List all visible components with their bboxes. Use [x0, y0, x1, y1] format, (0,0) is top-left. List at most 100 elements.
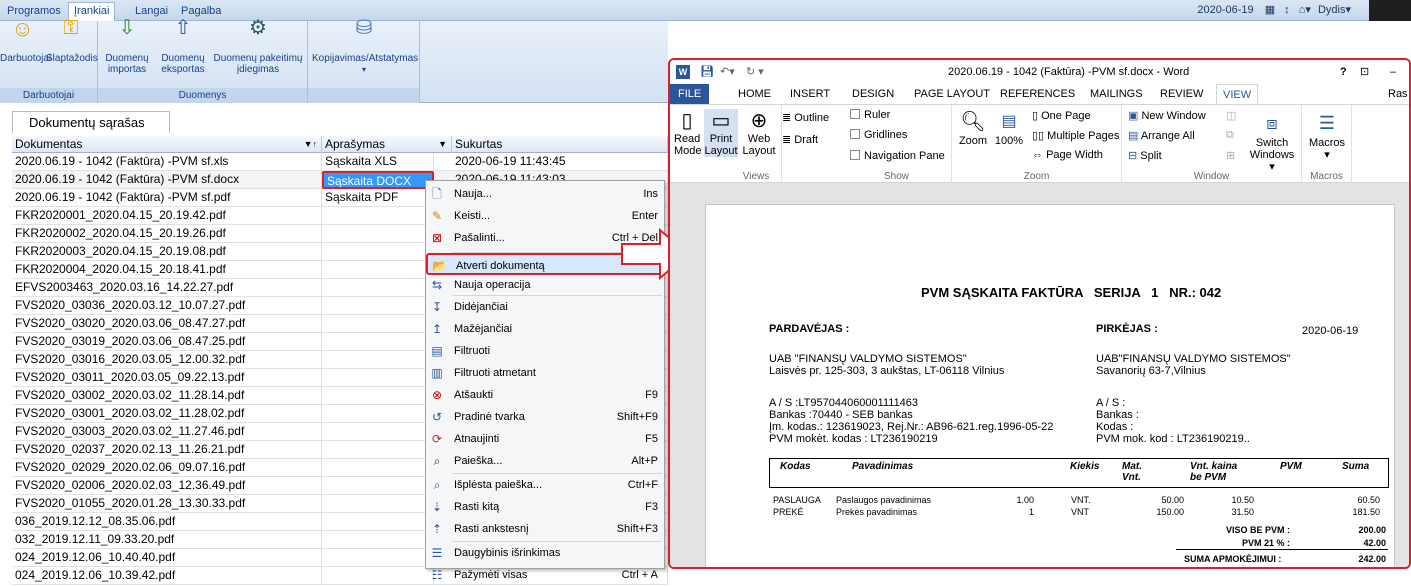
- cell-aprasymas[interactable]: [322, 531, 434, 549]
- zoom-button[interactable]: 🔍︎ Zoom: [956, 109, 990, 147]
- word-user[interactable]: Ras: [1388, 84, 1408, 104]
- col-aprasymas[interactable]: Aprašymas ▼: [322, 136, 452, 153]
- menu-item-sort-desc[interactable]: ↥ Mažėjančiai: [426, 318, 664, 340]
- navigation-pane-checkbox[interactable]: Navigation Pane: [850, 150, 945, 162]
- arrange-all-button[interactable]: ▤ Arrange All: [1128, 129, 1195, 142]
- menu-item-multi-select[interactable]: ☰ Daugybinis išrinkimas: [426, 542, 664, 564]
- cell-dokumentas[interactable]: FKR2020003_2020.04.15_20.19.08.pdf: [12, 243, 322, 261]
- cell-dokumentas[interactable]: FVS2020_03001_2020.03.02_11.28.02.pdf: [12, 405, 322, 423]
- sync-scroll-icon[interactable]: ⧉: [1226, 129, 1234, 142]
- redo-icon[interactable]: ↻ ▾: [746, 60, 764, 84]
- user-label[interactable]: Dydis: [1318, 4, 1346, 16]
- menu-item-search[interactable]: ⌕ Paieška... Alt+P: [426, 450, 664, 472]
- cell-dokumentas[interactable]: 024_2019.12.06_10.39.42.pdf: [12, 567, 322, 585]
- draft-button[interactable]: ≣ Draft: [782, 133, 842, 146]
- cell-aprasymas[interactable]: [322, 423, 434, 441]
- menu-item-new-doc[interactable]: 🗋 Nauja... Ins: [426, 183, 664, 205]
- cell-aprasymas[interactable]: Sąskaita XLS: [322, 153, 434, 171]
- word-tab-page-layout[interactable]: PAGE LAYOUT: [914, 84, 990, 104]
- cell-dokumentas[interactable]: FVS2020_03020_2020.03.06_08.47.27.pdf: [12, 315, 322, 333]
- cell-dokumentas[interactable]: FVS2020_03036_2020.03.12_10.07.27.pdf: [12, 297, 322, 315]
- cell-aprasymas[interactable]: [322, 261, 434, 279]
- cell-sukurtas[interactable]: 2020-06-19 11:43:45: [452, 153, 668, 171]
- cell-aprasymas[interactable]: [322, 243, 434, 261]
- cell-dokumentas[interactable]: 032_2019.12.11_09.33.20.pdf: [12, 531, 322, 549]
- cell-aprasymas[interactable]: [322, 387, 434, 405]
- cell-aprasymas[interactable]: [322, 207, 434, 225]
- cell-dokumentas[interactable]: EFVS2003463_2020.03.16_14.22.27.pdf: [12, 279, 322, 297]
- word-tab-file[interactable]: FILE: [670, 84, 710, 104]
- menu-langai[interactable]: Langai: [130, 3, 173, 21]
- menu-item-cancel[interactable]: ⊗ Atšaukti F9: [426, 384, 664, 406]
- cell-dokumentas[interactable]: FVS2020_03011_2020.03.05_09.22.13.pdf: [12, 369, 322, 387]
- word-tab-view[interactable]: VIEW: [1216, 84, 1259, 104]
- cell-dokumentas[interactable]: 024_2019.12.06_10.40.40.pdf: [12, 549, 322, 567]
- cell-aprasymas[interactable]: [322, 333, 434, 351]
- side-by-side-icon[interactable]: ◫: [1226, 109, 1236, 122]
- cell-dokumentas[interactable]: 2020.06.19 - 1042 (Faktūra) -PVM sf.docx: [12, 171, 322, 189]
- undo-icon[interactable]: ↶▾: [720, 60, 735, 84]
- cell-aprasymas[interactable]: [322, 459, 434, 477]
- menu-item-find-next[interactable]: ⇣ Rasti kitą F3: [426, 496, 664, 518]
- word-tab-review[interactable]: REVIEW: [1160, 84, 1203, 104]
- cell-dokumentas[interactable]: 2020.06.19 - 1042 (Faktūra) -PVM sf.pdf: [12, 189, 322, 207]
- export-button[interactable]: ⇧ Duomenų eksportas: [156, 18, 210, 75]
- minimize-icon[interactable]: –: [1390, 60, 1396, 84]
- zoom-100-button[interactable]: ▤ 100%: [994, 109, 1024, 147]
- print-layout-button[interactable]: ▭ Print Layout: [704, 109, 738, 157]
- backup-button[interactable]: ⛁ Kopijavimas/Atstatymas ▾: [312, 18, 418, 75]
- cell-dokumentas[interactable]: FVS2020_02029_2020.02.06_09.07.16.pdf: [12, 459, 322, 477]
- cell-aprasymas[interactable]: [322, 477, 434, 495]
- slaptazodis-button[interactable]: ⚿ Slaptažodis: [46, 18, 98, 64]
- web-layout-button[interactable]: ⊕ Web Layout: [742, 109, 776, 157]
- outline-button[interactable]: ≣ Outline: [782, 111, 842, 124]
- help-icon[interactable]: ?: [1340, 60, 1347, 84]
- ribbon-display-icon[interactable]: ⊡: [1360, 60, 1369, 84]
- cell-dokumentas[interactable]: FKR2020002_2020.04.15_20.19.26.pdf: [12, 225, 322, 243]
- cell-aprasymas[interactable]: [322, 279, 434, 297]
- cell-aprasymas[interactable]: [322, 441, 434, 459]
- menu-item-find-prev[interactable]: ⇡ Rasti ankstesnį Shift+F3: [426, 518, 664, 540]
- cell-aprasymas[interactable]: [322, 351, 434, 369]
- cell-dokumentas[interactable]: 2020.06.19 - 1042 (Faktūra) -PVM sf.xls: [12, 153, 322, 171]
- cell-aprasymas[interactable]: Sąskaita DOCX: [322, 171, 434, 189]
- cell-dokumentas[interactable]: FVS2020_03016_2020.03.05_12.00.32.pdf: [12, 351, 322, 369]
- gridlines-checkbox[interactable]: Gridlines: [850, 129, 907, 141]
- word-tab-design[interactable]: DESIGN: [852, 84, 894, 104]
- word-tab-references[interactable]: REFERENCES: [1000, 84, 1075, 104]
- word-tab-home[interactable]: HOME: [738, 84, 771, 104]
- switch-windows-button[interactable]: ⧈ Switch Windows ▾: [1246, 109, 1298, 173]
- install-changes-button[interactable]: ⚙ Duomenų pakeitimų įdiegimas: [212, 18, 304, 75]
- cell-dokumentas[interactable]: FVS2020_02037_2020.02.13_11.26.21.pdf: [12, 441, 322, 459]
- menu-item-filter-exclude[interactable]: ▥ Filtruoti atmetant: [426, 362, 664, 384]
- menu-item-edit[interactable]: ✎ Keisti... Enter: [426, 205, 664, 227]
- col-dokumentas[interactable]: Dokumentas ▼↑: [12, 136, 322, 153]
- menu-item-select-all[interactable]: ☷ Pažymėti visas Ctrl + A: [426, 564, 664, 586]
- table-row[interactable]: 2020.06.19 - 1042 (Faktūra) -PVM sf.xls S…: [12, 153, 668, 171]
- cell-dokumentas[interactable]: FVS2020_03003_2020.03.02_11.27.46.pdf: [12, 423, 322, 441]
- cell-aprasymas[interactable]: [322, 549, 434, 567]
- import-button[interactable]: ⇩ Duomenų importas: [102, 18, 152, 75]
- split-button[interactable]: ⊟ Split: [1128, 149, 1162, 162]
- cell-aprasymas[interactable]: [322, 315, 434, 333]
- updown-icon[interactable]: ↕: [1284, 4, 1290, 16]
- menu-item-sort-asc[interactable]: ↧ Didėjančiai: [426, 296, 664, 318]
- page-width-button[interactable]: ⇔ Page Width: [1032, 149, 1103, 161]
- darbuotojai-button[interactable]: ☺ Darbuotojai: [0, 18, 51, 65]
- cell-dokumentas[interactable]: 036_2019.12.12_08.35.06.pdf: [12, 513, 322, 531]
- cell-dokumentas[interactable]: FVS2020_03002_2020.03.02_11.28.14.pdf: [12, 387, 322, 405]
- menu-item-advanced-search[interactable]: ⌕ Išplėsta paieška... Ctrl+F: [426, 474, 664, 496]
- filter-icon[interactable]: ▼: [438, 136, 447, 152]
- menu-item-refresh[interactable]: ⟳ Atnaujinti F5: [426, 428, 664, 450]
- cell-aprasymas[interactable]: [322, 369, 434, 387]
- cell-aprasymas[interactable]: [322, 495, 434, 513]
- cell-aprasymas[interactable]: [322, 567, 434, 585]
- word-tab-mailings[interactable]: MAILINGS: [1090, 84, 1143, 104]
- cell-dokumentas[interactable]: FVS2020_03019_2020.03.06_08.47.25.pdf: [12, 333, 322, 351]
- one-page-button[interactable]: ▯ One Page: [1032, 109, 1091, 122]
- grid-icon[interactable]: ▦: [1265, 4, 1275, 16]
- read-mode-button[interactable]: ▯ Read Mode: [674, 109, 702, 157]
- cell-aprasymas[interactable]: [322, 513, 434, 531]
- menu-item-reset-order[interactable]: ↺ Pradinė tvarka Shift+F9: [426, 406, 664, 428]
- macros-button[interactable]: ☰ Macros ▾: [1308, 109, 1346, 161]
